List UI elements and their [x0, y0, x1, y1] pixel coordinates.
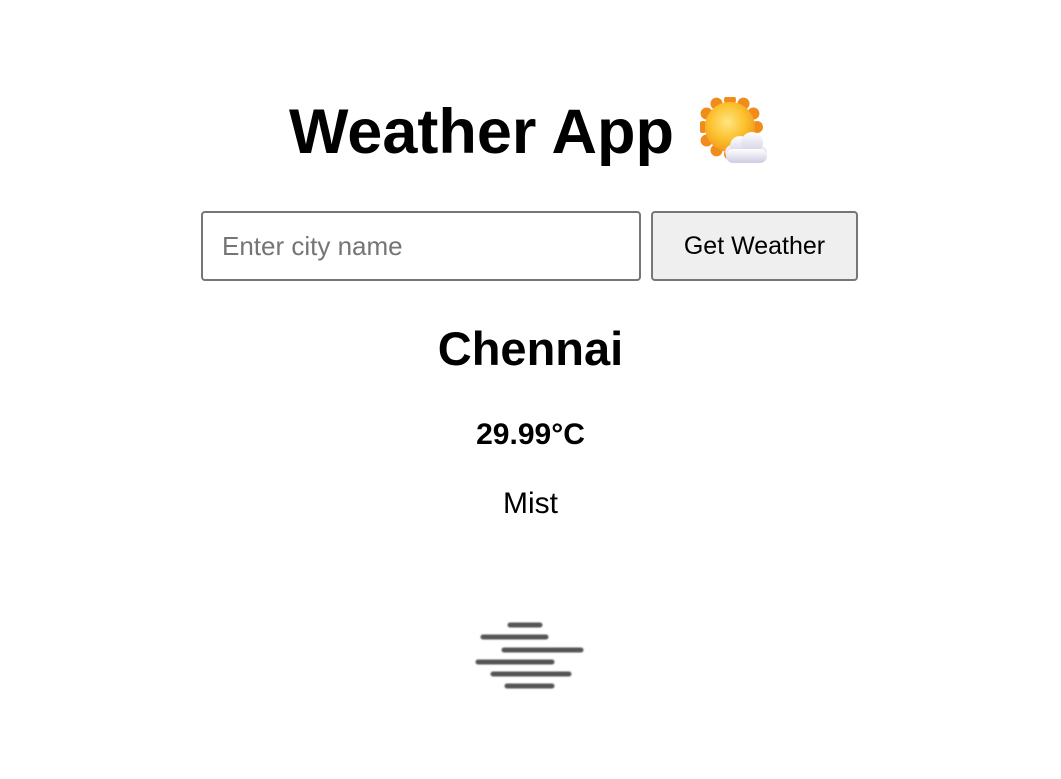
- search-bar: Get Weather: [201, 211, 858, 281]
- app-title: Weather App: [288, 97, 675, 167]
- get-weather-button[interactable]: Get Weather: [651, 211, 858, 281]
- city-search-input[interactable]: [201, 211, 641, 281]
- weather-app: Weather App Enter city name Get Weather …: [0, 0, 1061, 779]
- header: Weather App: [0, 94, 1061, 169]
- mist-icon: [470, 612, 590, 698]
- sun-behind-cloud-icon: [697, 94, 772, 169]
- temperature: 29.99°C: [476, 418, 585, 451]
- city-name: Chennai: [437, 322, 624, 375]
- weather-description: Mist: [503, 487, 558, 520]
